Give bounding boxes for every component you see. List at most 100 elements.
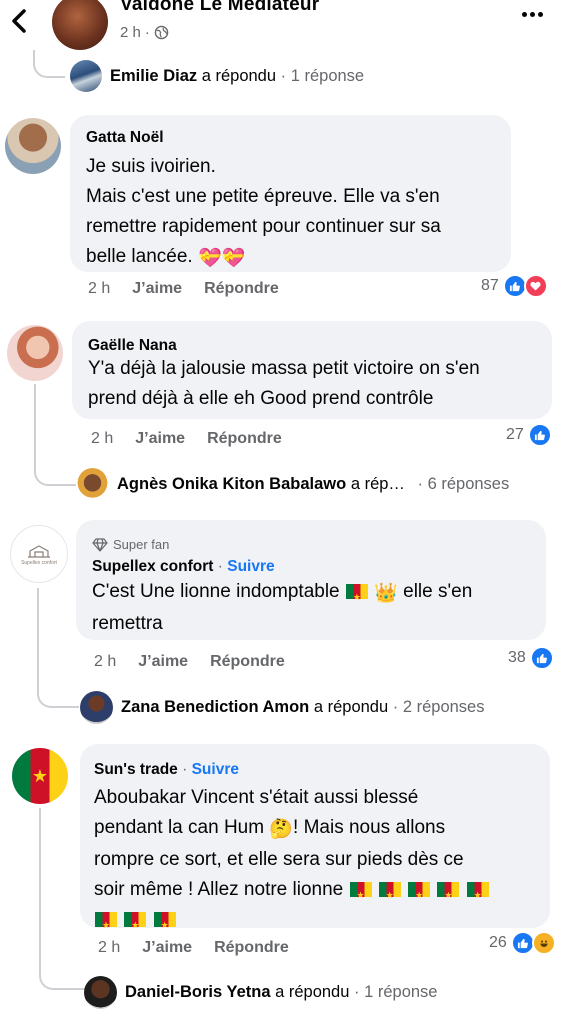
thread-line: [34, 384, 36, 454]
comment-bubble: Super fan Supellex confort · Suivre C'es…: [76, 520, 546, 640]
reply-avatar: [70, 60, 102, 92]
haha-reaction-icon: [531, 931, 556, 955]
reply-action: a répondu: [275, 983, 350, 1001]
reaction-count: 26: [489, 934, 507, 951]
globe-icon: [154, 25, 169, 40]
reply-button[interactable]: Répondre: [210, 653, 285, 671]
comment-line: pendant la can Hum 🤔! Mais nous allons: [94, 813, 544, 845]
cameroon-flag-emoji: [466, 880, 489, 910]
like-button[interactable]: J’aime: [138, 653, 188, 671]
reaction-summary[interactable]: 38: [508, 646, 554, 670]
thread-line: [37, 588, 39, 676]
comment-line: Y'a déjà la jalousie massa petit victoir…: [88, 358, 480, 379]
like-button[interactable]: J’aime: [135, 430, 185, 448]
super-fan-badge: Super fan: [92, 537, 169, 552]
reply-author: Emilie Diaz: [110, 66, 198, 85]
heart-gift-emoji: 💝: [197, 248, 222, 269]
reply-avatar: [80, 691, 113, 724]
reaction-count: 87: [481, 277, 499, 294]
cameroon-flag-emoji: [124, 910, 147, 940]
post-time: 2 h: [120, 24, 141, 41]
heart-gift-emoji: 💝: [221, 248, 246, 269]
comment-author[interactable]: Supellex confort: [92, 558, 213, 575]
comment-line: remettre rapidement pour continuer sur s…: [86, 216, 441, 237]
reply-button[interactable]: Répondre: [204, 280, 279, 298]
post-meta: 2 h ·: [120, 24, 169, 41]
comment-actions: 2 h J’aime Répondre: [98, 939, 289, 957]
comment-time: 2 h: [88, 280, 111, 297]
diamond-icon: [92, 537, 108, 552]
like-button[interactable]: J’aime: [142, 939, 192, 957]
cameroon-flag-emoji: [437, 880, 460, 910]
more-options-icon[interactable]: [516, 2, 548, 26]
comment-author-row: Sun's trade · Suivre: [94, 761, 239, 779]
cameroon-flag-emoji: [378, 880, 401, 910]
author-avatar[interactable]: [52, 0, 108, 50]
cameroon-flag-emoji: [408, 880, 431, 910]
follow-button[interactable]: Suivre: [227, 558, 274, 575]
like-reaction-icon: [527, 423, 552, 447]
comment-line: remettra: [92, 613, 163, 634]
badge-label: Super fan: [113, 537, 170, 552]
reaction-summary[interactable]: 87: [481, 274, 548, 298]
back-arrow-icon[interactable]: [6, 4, 34, 38]
brand-logo-icon: [28, 544, 50, 558]
like-reaction-icon: [529, 646, 554, 670]
commenter-avatar[interactable]: Supellex confort: [10, 525, 68, 583]
comment-text: Je suis ivoirien. Mais c'est une petite …: [86, 152, 506, 274]
thread-connector: [33, 50, 65, 78]
reaction-count: 38: [508, 649, 526, 666]
comment-line: Je suis ivoirien.: [86, 156, 216, 177]
meta-dot: ·: [144, 24, 150, 41]
comment-actions: 2 h J’aime Répondre: [94, 653, 285, 671]
reply-avatar: [76, 468, 109, 501]
reply-author: Agnès Onika Kiton Babalawo: [117, 475, 347, 493]
replies-summary[interactable]: Daniel-Boris Yetna a répondu · 1 réponse: [84, 976, 437, 1009]
comment-text: Y'a déjà la jalousie massa petit victoir…: [88, 354, 548, 414]
comment-author[interactable]: Sun's trade: [94, 761, 178, 778]
brand-logo-text: Supellex confort: [21, 559, 57, 566]
reply-avatar: [84, 976, 117, 1009]
comment-actions: 2 h J’aime Répondre: [88, 280, 279, 298]
comment-line: Mais c'est une petite épreuve. Elle va s…: [86, 186, 440, 207]
reaction-summary[interactable]: 26: [489, 931, 556, 955]
comment-time: 2 h: [91, 430, 114, 447]
comment-bubble: Gatta Noël Je suis ivoirien. Mais c'est …: [70, 115, 511, 272]
like-button[interactable]: J’aime: [132, 280, 182, 298]
reply-count: · 6 réponses: [417, 475, 510, 493]
commenter-avatar[interactable]: ★: [12, 748, 68, 804]
reply-author: Daniel-Boris Yetna: [125, 983, 271, 1001]
replies-summary[interactable]: Zana Benediction Amon a répondu · 2 répo…: [80, 691, 484, 724]
comment-line: soir même ! Allez notre lionne: [94, 875, 544, 910]
comment-text: C'est Une lionne indomptable 👑 elle s'en…: [92, 577, 542, 639]
reply-count: · 1 réponse: [280, 66, 365, 85]
comment-bubble: Gaëlle Nana Y'a déjà la jalousie massa p…: [72, 321, 552, 419]
reply-action: a rép…: [350, 475, 405, 493]
comment-line: belle lancée. 💝💝: [86, 242, 506, 274]
love-reaction-icon: [523, 274, 548, 298]
thread-connector: [39, 958, 85, 990]
reply-action: a répondu: [201, 66, 277, 85]
commenter-avatar[interactable]: [5, 118, 61, 174]
follow-button[interactable]: Suivre: [192, 761, 239, 778]
reply-button[interactable]: Répondre: [207, 430, 282, 448]
reply-count: · 2 réponses: [392, 698, 485, 716]
comment-line: C'est Une lionne indomptable 👑 elle s'en: [92, 577, 542, 612]
post-author-name[interactable]: Valdone Le Médiateur: [120, 0, 319, 16]
reaction-count: 27: [506, 426, 524, 443]
commenter-avatar[interactable]: [7, 325, 63, 381]
thread-line: [39, 808, 41, 958]
separator-dot: ·: [182, 761, 188, 778]
comment-author[interactable]: Gatta Noël: [86, 129, 164, 147]
reply-author: Zana Benediction Amon: [121, 698, 310, 716]
replies-summary[interactable]: Agnès Onika Kiton Babalawo a rép… · 6 ré…: [76, 468, 509, 501]
reaction-summary[interactable]: 27: [506, 423, 552, 447]
comment-actions: 2 h J’aime Répondre: [91, 430, 282, 448]
comment-line: Aboubakar Vincent s'était aussi blessé: [94, 787, 419, 808]
replies-summary[interactable]: Emilie Diaz a répondu · 1 réponse: [70, 60, 364, 92]
comment-author[interactable]: Gaëlle Nana: [88, 337, 177, 355]
comment-time: 2 h: [98, 939, 121, 956]
cameroon-flag-emoji: [349, 880, 372, 910]
reply-button[interactable]: Répondre: [214, 939, 289, 957]
comment-line: prend déjà à elle eh Good prend contrôle: [88, 388, 434, 409]
